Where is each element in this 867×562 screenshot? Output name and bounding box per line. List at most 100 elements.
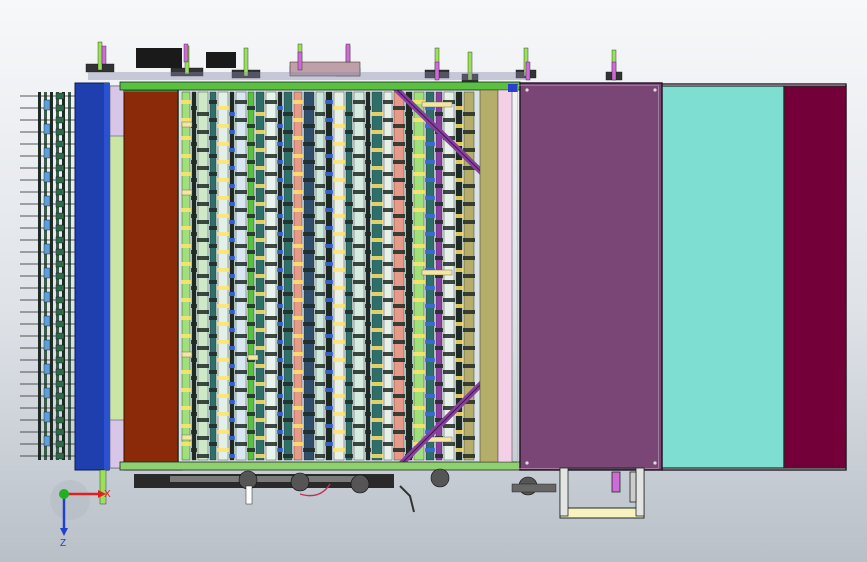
roller-clip	[277, 340, 283, 344]
roller-clip	[325, 118, 333, 122]
tine-block	[43, 411, 51, 423]
roller-clip	[463, 148, 475, 152]
yellow-clip	[421, 269, 453, 276]
roller-clip	[181, 442, 191, 446]
roller-clip	[217, 376, 229, 380]
tine-rack	[20, 92, 75, 460]
roller-column	[413, 91, 425, 461]
roller-clip	[255, 292, 265, 296]
roller-column	[365, 91, 371, 461]
roller-clip	[413, 190, 425, 194]
roller-clip	[371, 238, 383, 242]
roller-clip	[217, 394, 229, 398]
roller-clip	[413, 136, 425, 140]
roller-clip	[393, 358, 405, 362]
roller-clip	[405, 418, 413, 422]
roller-clip	[315, 292, 325, 296]
roller-clip	[229, 112, 235, 116]
tine-block	[43, 363, 51, 375]
roller-clip	[405, 256, 413, 260]
tine-block	[43, 195, 51, 207]
roller-clip	[197, 346, 209, 350]
roller-clip	[371, 400, 383, 404]
roller-clip	[265, 172, 277, 176]
tine-clip	[55, 128, 65, 136]
roller-clip	[383, 172, 393, 176]
roller-clip	[197, 418, 209, 422]
roller-clip	[191, 232, 197, 236]
roller-clip	[413, 406, 425, 410]
roller-clip	[405, 130, 413, 134]
roller-clip	[209, 244, 217, 248]
roller-clip	[333, 250, 345, 254]
comb-panel	[74, 82, 110, 471]
roller-clip	[405, 292, 413, 296]
roller-column	[353, 91, 365, 461]
roller-clip	[315, 256, 325, 260]
roller-clip	[365, 304, 371, 308]
roller-clip	[413, 352, 425, 356]
roller-clip	[315, 220, 325, 224]
cad-viewport[interactable]: X Z	[0, 0, 867, 562]
roller-clip	[383, 226, 393, 230]
roller-clip	[371, 112, 383, 116]
roller-clip	[303, 250, 315, 254]
roller-clip	[315, 274, 325, 278]
roller-clip	[277, 178, 283, 182]
roller-clip	[181, 316, 191, 320]
roller-clip	[345, 148, 353, 152]
yellow-clip	[181, 434, 193, 441]
roller-clip	[229, 364, 235, 368]
roller-clip	[191, 376, 197, 380]
roller-clip	[265, 190, 277, 194]
roller-clip	[325, 280, 333, 284]
roller-clip	[197, 328, 209, 332]
roller-clip	[365, 178, 371, 182]
machine-assembly[interactable]: X Z	[0, 0, 867, 562]
blue-corner-block	[508, 84, 518, 92]
cyan-panel	[661, 85, 785, 469]
roller-clip	[405, 346, 413, 350]
drive-plate	[88, 72, 528, 80]
tine-clip	[55, 440, 65, 448]
roller-clip	[181, 298, 191, 302]
roller-clip	[413, 424, 425, 428]
roller-clip	[283, 256, 293, 260]
roller-clip	[247, 394, 255, 398]
roller-clip	[293, 388, 303, 392]
roller-clip	[217, 106, 229, 110]
roller-clip	[345, 310, 353, 314]
roller-clip	[413, 208, 425, 212]
roller-clip	[283, 346, 293, 350]
roller-clip	[293, 442, 303, 446]
roller-clip	[247, 448, 255, 452]
roller-clip	[365, 376, 371, 380]
triad-z-arrow	[60, 528, 68, 536]
roller-clip	[463, 436, 475, 440]
roller-clip	[413, 154, 425, 158]
roller-clip	[217, 124, 229, 128]
yellow-clip	[181, 189, 193, 196]
roller-clip	[255, 130, 265, 134]
tine-clip	[55, 392, 65, 400]
roller-clip	[345, 184, 353, 188]
roller-clip	[293, 118, 303, 122]
roller-clip	[181, 280, 191, 284]
roller-clip	[405, 436, 413, 440]
roller-clip	[333, 232, 345, 236]
roller-clip	[435, 256, 443, 260]
roller-clip	[293, 136, 303, 140]
roller-clip	[235, 172, 247, 176]
shaft-cap	[183, 43, 189, 63]
roller-clip	[365, 106, 371, 110]
tine-clip	[55, 140, 65, 148]
roller-clip	[393, 214, 405, 218]
roller-clip	[181, 424, 191, 428]
comb-panel-edge	[104, 83, 110, 470]
roller-column	[217, 91, 229, 461]
roller-clip	[283, 238, 293, 242]
roller-clip	[217, 142, 229, 146]
roller-clip	[283, 364, 293, 368]
roller-clip	[255, 346, 265, 350]
roller-clip	[405, 238, 413, 242]
